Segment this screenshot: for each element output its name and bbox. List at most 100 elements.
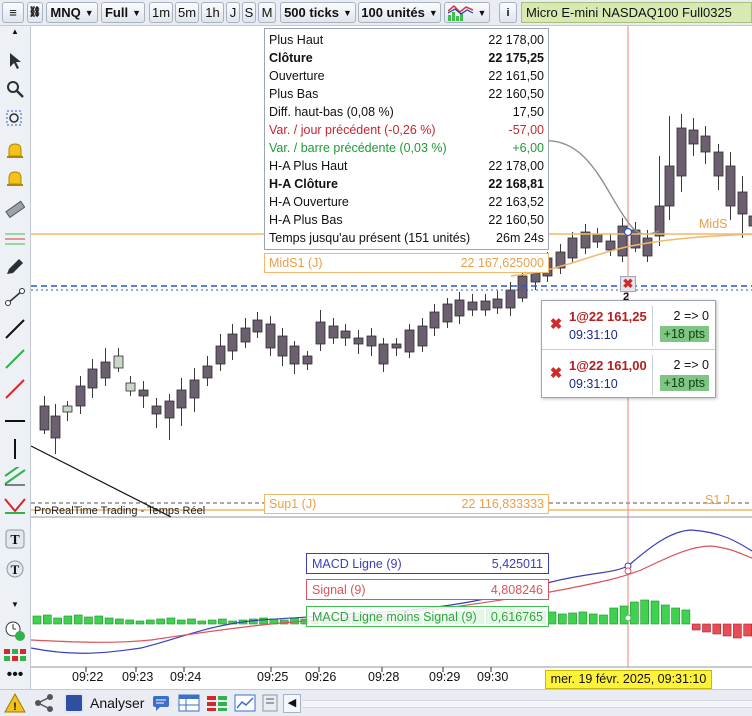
info-row-value: 22 178,00 [488, 33, 544, 47]
executed-orders-panel: ✖ 1@22 161,25 09:31:10 2 => 0 +18 pts ✖ … [541, 300, 716, 398]
chart-settings-icon[interactable] [262, 694, 278, 712]
info-row-label: Plus Bas [269, 87, 319, 101]
alert-bell-icon[interactable] [2, 138, 28, 164]
macd-histogram-bar-negative [733, 623, 742, 639]
table-icon[interactable] [178, 694, 200, 712]
scroll-down-icon[interactable]: ▼ [2, 598, 28, 610]
macd-histogram-bar-positive [568, 612, 577, 625]
analyser-button[interactable]: Analyser [64, 692, 146, 714]
candle-body [215, 345, 226, 365]
signal-label: Signal (9) [312, 582, 366, 597]
symbol-select[interactable]: MNQ ▼ [46, 2, 98, 23]
macd-histogram-bar-positive [557, 613, 567, 625]
macd-histogram-bar-positive [73, 614, 83, 625]
svg-text:!: ! [13, 701, 17, 713]
info-row-label: H-A Plus Haut [269, 159, 348, 173]
order-close-marker[interactable]: ✖ [620, 276, 636, 292]
candle-body [391, 343, 402, 349]
info-row-label: Var. / barre précédente (0,03 %) [269, 141, 447, 155]
channel-red-icon[interactable] [2, 492, 28, 518]
macd-histogram-bar-positive [63, 615, 73, 625]
cursor-tool-icon[interactable] [2, 48, 28, 74]
app-menu-button[interactable]: ≡ [2, 2, 24, 23]
sup1-level-box: Sup1 (J) 22 116,833333 [264, 494, 549, 514]
candle-body [417, 325, 428, 347]
timeframe-m-button[interactable]: M [258, 2, 276, 23]
candle-body [176, 389, 187, 409]
order-item[interactable]: ✖ 1@22 161,25 09:31:10 2 => 0 +18 pts [542, 302, 715, 350]
timeframe-1m-button[interactable]: 1m [149, 2, 173, 23]
candle-body [151, 405, 162, 415]
trendline-red-icon[interactable] [2, 376, 28, 402]
text-tool-icon[interactable]: T [2, 526, 28, 552]
signal-legend: Signal (9) 4,808246 [306, 579, 549, 600]
scroll-up-icon[interactable]: ▲ [2, 26, 28, 36]
macd-histogram-bar-positive [681, 609, 691, 625]
ticks-select[interactable]: 500 ticks ▼ [280, 2, 356, 23]
timeframe-5m-button[interactable]: 5m [175, 2, 199, 23]
pencil-icon[interactable] [2, 254, 28, 280]
zoom-area-icon[interactable] [2, 106, 28, 132]
ruler-icon[interactable] [2, 196, 28, 222]
mids1-level-box: MidS1 (J) 22 167,625000 [264, 253, 549, 273]
candle-body [289, 345, 300, 365]
timeframe-j-button[interactable]: J [226, 2, 240, 23]
bottom-toolbar: ! Analyser ◀ [0, 689, 752, 716]
macd-histogram-bar-positive [43, 614, 52, 625]
info-row-value: 22 168,81 [488, 177, 544, 191]
candle-body [676, 127, 687, 177]
timeframe-s-button[interactable]: S [242, 2, 256, 23]
trendline-black-icon[interactable] [2, 316, 28, 342]
zoom-tool-icon[interactable] [2, 76, 28, 102]
candle-body [642, 237, 653, 257]
orderbook-icon[interactable] [206, 694, 228, 712]
segment-tool-icon[interactable] [2, 284, 28, 310]
candle-body [567, 237, 578, 259]
scroll-left-button[interactable]: ◀ [283, 694, 301, 713]
close-icon[interactable]: ✖ [549, 366, 563, 381]
macd-histogram-bar-positive [650, 600, 660, 625]
macd-histogram-bar-positive [218, 618, 227, 625]
macd-histogram-bar-positive [609, 607, 619, 625]
channel-green-icon[interactable] [2, 464, 28, 490]
candle-body [713, 151, 724, 177]
x-axis-label: 09:29 [429, 670, 461, 684]
ticks-label: 500 ticks [284, 5, 339, 20]
order-item[interactable]: ✖ 1@22 161,00 09:31:10 2 => 0 +18 pts [542, 351, 715, 399]
horizontal-line-icon[interactable] [2, 408, 28, 434]
instrument-info-button[interactable]: i [499, 2, 517, 23]
indicators-button[interactable]: ▼ [444, 2, 490, 23]
share-icon[interactable] [34, 693, 56, 713]
candle-body [340, 330, 351, 339]
vertical-line-icon[interactable] [2, 436, 28, 462]
units-select[interactable]: 100 unités ▼ [358, 2, 441, 23]
macd-histogram-bar-positive [115, 618, 124, 625]
chat-icon[interactable] [152, 694, 172, 712]
macd-histogram-bar-positive [32, 615, 42, 625]
more-tools-icon[interactable]: ••• [2, 662, 28, 688]
timeframe-1h-button[interactable]: 1h [201, 2, 224, 23]
info-row: Plus Haut 22 178,00 [269, 31, 544, 49]
info-row-value: +6,00 [512, 141, 544, 155]
warning-icon[interactable]: ! [4, 692, 26, 713]
trendline-green-icon[interactable] [2, 346, 28, 372]
macd-histogram-bar-positive [176, 619, 186, 625]
close-icon[interactable]: ✖ [549, 317, 563, 332]
info-row-label: H-A Ouverture [269, 195, 349, 209]
candle-body [39, 405, 50, 431]
horizontal-scrollbar[interactable] [303, 700, 752, 708]
mode-select[interactable]: Full ▼ [101, 2, 145, 23]
candle-body [113, 355, 124, 369]
candle-body [315, 321, 326, 345]
macd-histogram-bar-positive [156, 618, 165, 625]
link-button[interactable]: ⛓ [27, 2, 43, 23]
macd-histogram-bar-negative [702, 623, 711, 633]
chart-window-icon[interactable] [234, 694, 256, 712]
alert-bell-icon[interactable] [2, 166, 28, 192]
chevron-down-icon: ▼ [477, 7, 487, 18]
text-label-tool-icon[interactable]: T [2, 556, 28, 582]
candle-body [100, 361, 111, 379]
macd-histogram-bar-negative [712, 623, 722, 635]
clock-settings-icon[interactable] [2, 618, 28, 644]
fibonacci-icon[interactable] [2, 226, 28, 252]
